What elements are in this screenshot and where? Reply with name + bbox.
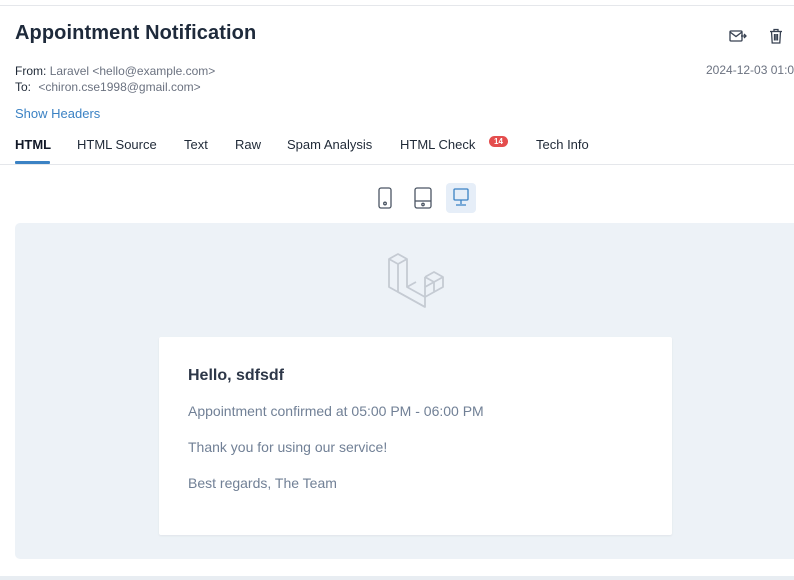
- email-date: 2024-12-03 01:0: [706, 63, 794, 77]
- tab-html-source[interactable]: HTML Source: [77, 137, 157, 152]
- desktop-view-button[interactable]: [446, 183, 476, 213]
- phone-view-button[interactable]: [370, 183, 400, 213]
- phone-icon: [378, 187, 392, 209]
- html-preview: Hello, sdfsdf Appointment confirmed at 0…: [15, 223, 794, 559]
- thanks-line: Thank you for using our service!: [188, 439, 388, 455]
- envelope-arrow-icon: [729, 30, 747, 42]
- to-label: To:: [15, 80, 32, 94]
- trash-icon: [770, 28, 782, 44]
- signature-line: Best regards, The Team: [188, 475, 337, 491]
- tab-bar: HTML HTML Source Text Raw Spam Analysis …: [0, 128, 794, 165]
- from-label: From:: [15, 64, 47, 78]
- laravel-logo: [387, 250, 449, 317]
- laravel-logo-icon: [388, 253, 444, 308]
- html-check-badge: 14: [489, 136, 508, 147]
- email-subject: Appointment Notification: [15, 22, 257, 44]
- appointment-line: Appointment confirmed at 05:00 PM - 06:0…: [188, 403, 484, 419]
- from-row: From: Laravel <hello@example.com>: [15, 63, 215, 79]
- tab-raw[interactable]: Raw: [235, 137, 261, 152]
- to-row: To: <chiron.cse1998@gmail.com>: [15, 79, 215, 95]
- from-value: Laravel <hello@example.com>: [49, 64, 216, 78]
- delete-button[interactable]: [766, 26, 786, 46]
- tab-html[interactable]: HTML: [15, 137, 51, 152]
- release-button[interactable]: [728, 26, 748, 46]
- top-border: [0, 0, 794, 6]
- tab-text[interactable]: Text: [184, 137, 208, 152]
- tab-tech-info[interactable]: Tech Info: [536, 137, 589, 152]
- device-switcher: [370, 183, 476, 213]
- bottom-strip: [0, 576, 794, 580]
- tablet-view-button[interactable]: [408, 183, 438, 213]
- email-meta: From: Laravel <hello@example.com> To: <c…: [15, 63, 215, 95]
- to-value: <chiron.cse1998@gmail.com>: [38, 80, 201, 94]
- desktop-icon: [453, 188, 469, 206]
- message-card: Hello, sdfsdf Appointment confirmed at 0…: [159, 337, 672, 535]
- tablet-icon: [414, 187, 432, 209]
- active-tab-indicator: [15, 161, 50, 164]
- show-headers-link[interactable]: Show Headers: [15, 106, 100, 121]
- message-actions: [728, 26, 786, 46]
- greeting: Hello, sdfsdf: [188, 367, 285, 384]
- tab-spam-analysis[interactable]: Spam Analysis: [287, 137, 372, 152]
- tab-html-check[interactable]: HTML Check: [400, 137, 475, 152]
